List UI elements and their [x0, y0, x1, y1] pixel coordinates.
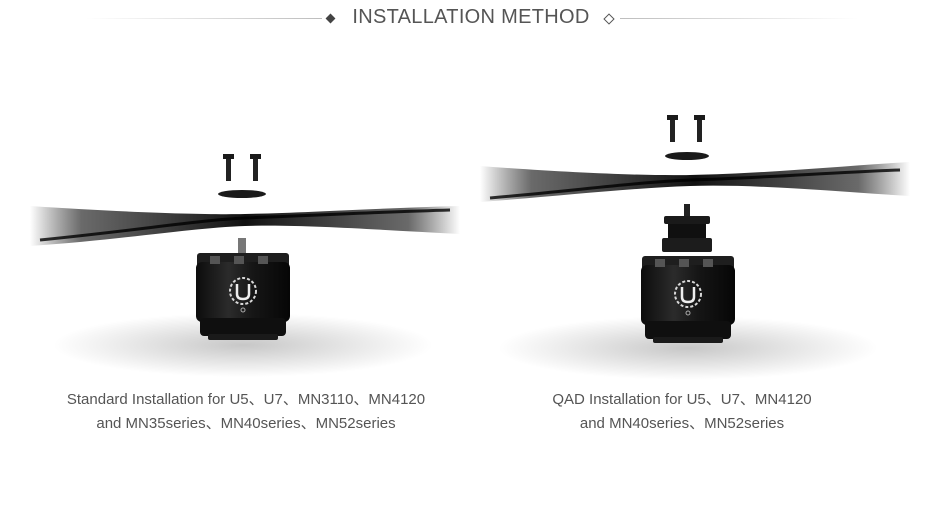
motor	[196, 253, 290, 340]
caption-line: QAD Installation for U5、U7、MN4120	[552, 391, 812, 408]
qad-adapter	[662, 204, 712, 252]
standard-installation-caption: Standard Installation for U5、U7、MN3110、M…	[30, 388, 462, 436]
motor-shaft	[238, 238, 246, 254]
caption-line: and MN35series、MN40series、MN52series	[96, 415, 396, 432]
standard-installation-figure	[30, 154, 460, 377]
washer	[218, 190, 266, 198]
caption-line: and MN40series、MN52series	[579, 415, 785, 432]
caption-line: Standard Installation for U5、U7、MN3110、M…	[66, 391, 426, 408]
qad-installation-caption: QAD Installation for U5、U7、MN4120 and MN…	[480, 388, 884, 436]
qad-installation-figure	[480, 115, 910, 380]
screw-icon	[667, 115, 705, 142]
screw-icon	[223, 154, 261, 181]
motor	[641, 256, 735, 343]
propeller	[480, 162, 910, 202]
washer	[665, 152, 709, 160]
